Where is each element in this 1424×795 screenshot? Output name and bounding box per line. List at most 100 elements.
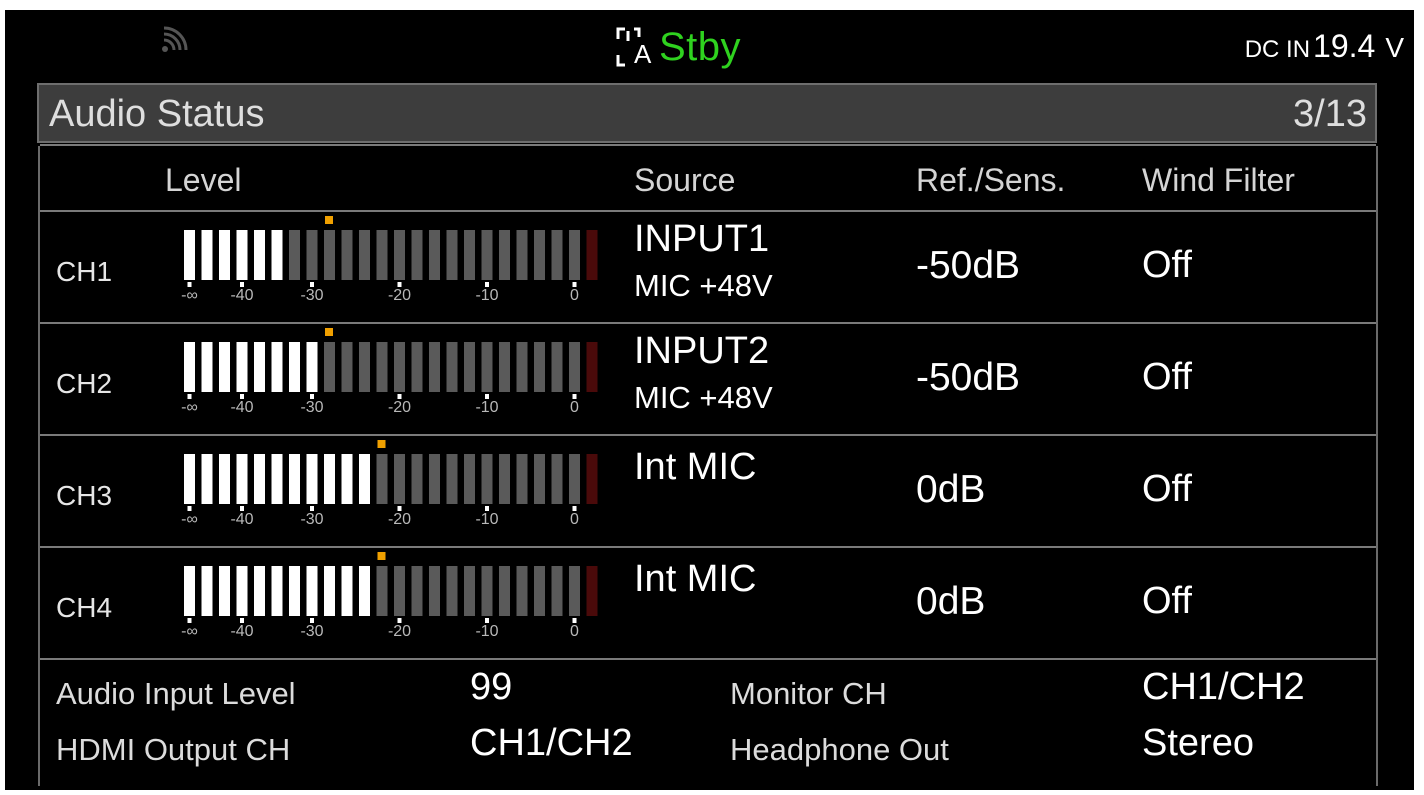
scale-label: -30 <box>300 287 323 304</box>
title-bar: Audio Status 3/13 <box>37 83 1377 143</box>
meter-segment <box>254 566 265 616</box>
scale-label: -10 <box>475 623 498 640</box>
meter-segment <box>376 342 388 392</box>
ref-sens-value: 0dB <box>916 468 986 511</box>
dc-in-voltage: 19.4 <box>1313 28 1376 64</box>
meter-segment <box>359 454 370 504</box>
meter-segment <box>289 230 300 280</box>
headphone-out-label: Headphone Out <box>730 732 949 767</box>
scale-label: 0 <box>570 399 579 416</box>
meter-segment <box>481 342 493 392</box>
status-bar: A Stby DC IN 19.4 V <box>5 10 1414 82</box>
meter-segment <box>394 454 405 504</box>
meter-segment <box>569 454 580 504</box>
divider <box>40 144 1376 146</box>
meter-segment <box>516 454 528 504</box>
scale-label: -20 <box>388 623 411 640</box>
wind-filter-value: Off <box>1142 244 1192 286</box>
meter-segment <box>429 342 440 392</box>
meter-segment <box>446 454 458 504</box>
meter-segment <box>464 342 475 392</box>
meter-segment <box>411 342 423 392</box>
meter-segment <box>324 566 335 616</box>
divider <box>40 658 1376 660</box>
record-status-text: Stby <box>659 24 742 69</box>
scale-label: -40 <box>230 623 253 640</box>
meter-segment <box>464 566 475 616</box>
scale-label: -∞ <box>181 623 198 640</box>
channel-label: CH2 <box>56 368 113 399</box>
meter-segment <box>551 230 563 280</box>
scale-label: -30 <box>300 399 323 416</box>
meter-segment <box>551 566 563 616</box>
meter-segment <box>271 230 283 280</box>
meter-segment <box>341 342 353 392</box>
meter-segment <box>254 230 265 280</box>
hdmi-output-ch-label: HDMI Output CH <box>56 732 291 767</box>
page-title: Audio Status <box>49 93 265 135</box>
scale-label: -40 <box>230 287 253 304</box>
meter-segment <box>586 230 598 280</box>
meter-segment <box>446 230 458 280</box>
meter-segment <box>569 230 580 280</box>
camera-display: A Stby DC IN 19.4 V Audio Status 3/13 Le… <box>5 10 1414 790</box>
level-meter-ch1: -∞ -40 -30 -20 -10 0 <box>170 214 600 304</box>
meter-segment <box>464 230 475 280</box>
meter-segment <box>289 342 300 392</box>
meter-segment <box>324 230 335 280</box>
meter-segment <box>429 230 440 280</box>
meter-segment <box>516 342 528 392</box>
header-wind-filter: Wind Filter <box>1142 162 1295 198</box>
level-meter-svg: -∞ -40 -30 -20 -10 0 <box>181 328 598 416</box>
meter-segment <box>534 566 545 616</box>
divider <box>40 322 1376 324</box>
source-name: Int MIC <box>634 446 757 488</box>
meter-segment <box>201 566 213 616</box>
meter-segment <box>481 454 493 504</box>
scale-label: -10 <box>475 287 498 304</box>
meter-segment <box>219 230 230 280</box>
meter-segment <box>586 454 598 504</box>
header-source: Source <box>634 162 736 198</box>
meter-segment <box>516 230 528 280</box>
divider <box>40 210 1376 212</box>
meter-segment <box>219 566 230 616</box>
scale-label: 0 <box>570 511 579 528</box>
meter-segment <box>411 230 423 280</box>
scale-label: -∞ <box>181 511 198 528</box>
level-meter-ch2: -∞ -40 -30 -20 -10 0 <box>170 326 600 416</box>
meter-segment <box>236 454 248 504</box>
ref-sens-value: -50dB <box>916 356 1021 399</box>
channel-label: CH4 <box>56 592 113 623</box>
meter-segment <box>201 230 213 280</box>
meter-segment <box>376 454 388 504</box>
channel-label: CH3 <box>56 480 113 511</box>
record-status-group: A Stby <box>615 22 741 72</box>
meter-segment <box>254 454 265 504</box>
meter-segment <box>534 454 545 504</box>
meter-segment <box>499 566 510 616</box>
meter-segment <box>481 566 493 616</box>
dc-in-unit: V <box>1385 32 1404 63</box>
meter-segment <box>569 342 580 392</box>
meter-segment <box>551 454 563 504</box>
meter-segment <box>516 566 528 616</box>
divider <box>40 546 1376 548</box>
meter-segment <box>411 566 423 616</box>
headphone-out-value: Stereo <box>1142 722 1254 764</box>
wireless-signal-icon <box>162 26 188 52</box>
scale-label: -30 <box>300 511 323 528</box>
source-name: INPUT2 <box>634 330 770 372</box>
meter-segment <box>236 342 248 392</box>
peak-hold-marker <box>377 552 386 560</box>
level-meter-ch3: -∞ -40 -30 -20 -10 0 <box>170 438 600 528</box>
source-name: INPUT1 <box>634 218 770 260</box>
divider <box>40 434 1376 436</box>
meter-segment <box>306 454 318 504</box>
meter-segment <box>184 454 195 504</box>
rec-icon-letter: A <box>634 39 652 69</box>
scale-label: -10 <box>475 399 498 416</box>
meter-segment <box>499 454 510 504</box>
meter-segment <box>464 454 475 504</box>
meter-segment <box>359 230 370 280</box>
